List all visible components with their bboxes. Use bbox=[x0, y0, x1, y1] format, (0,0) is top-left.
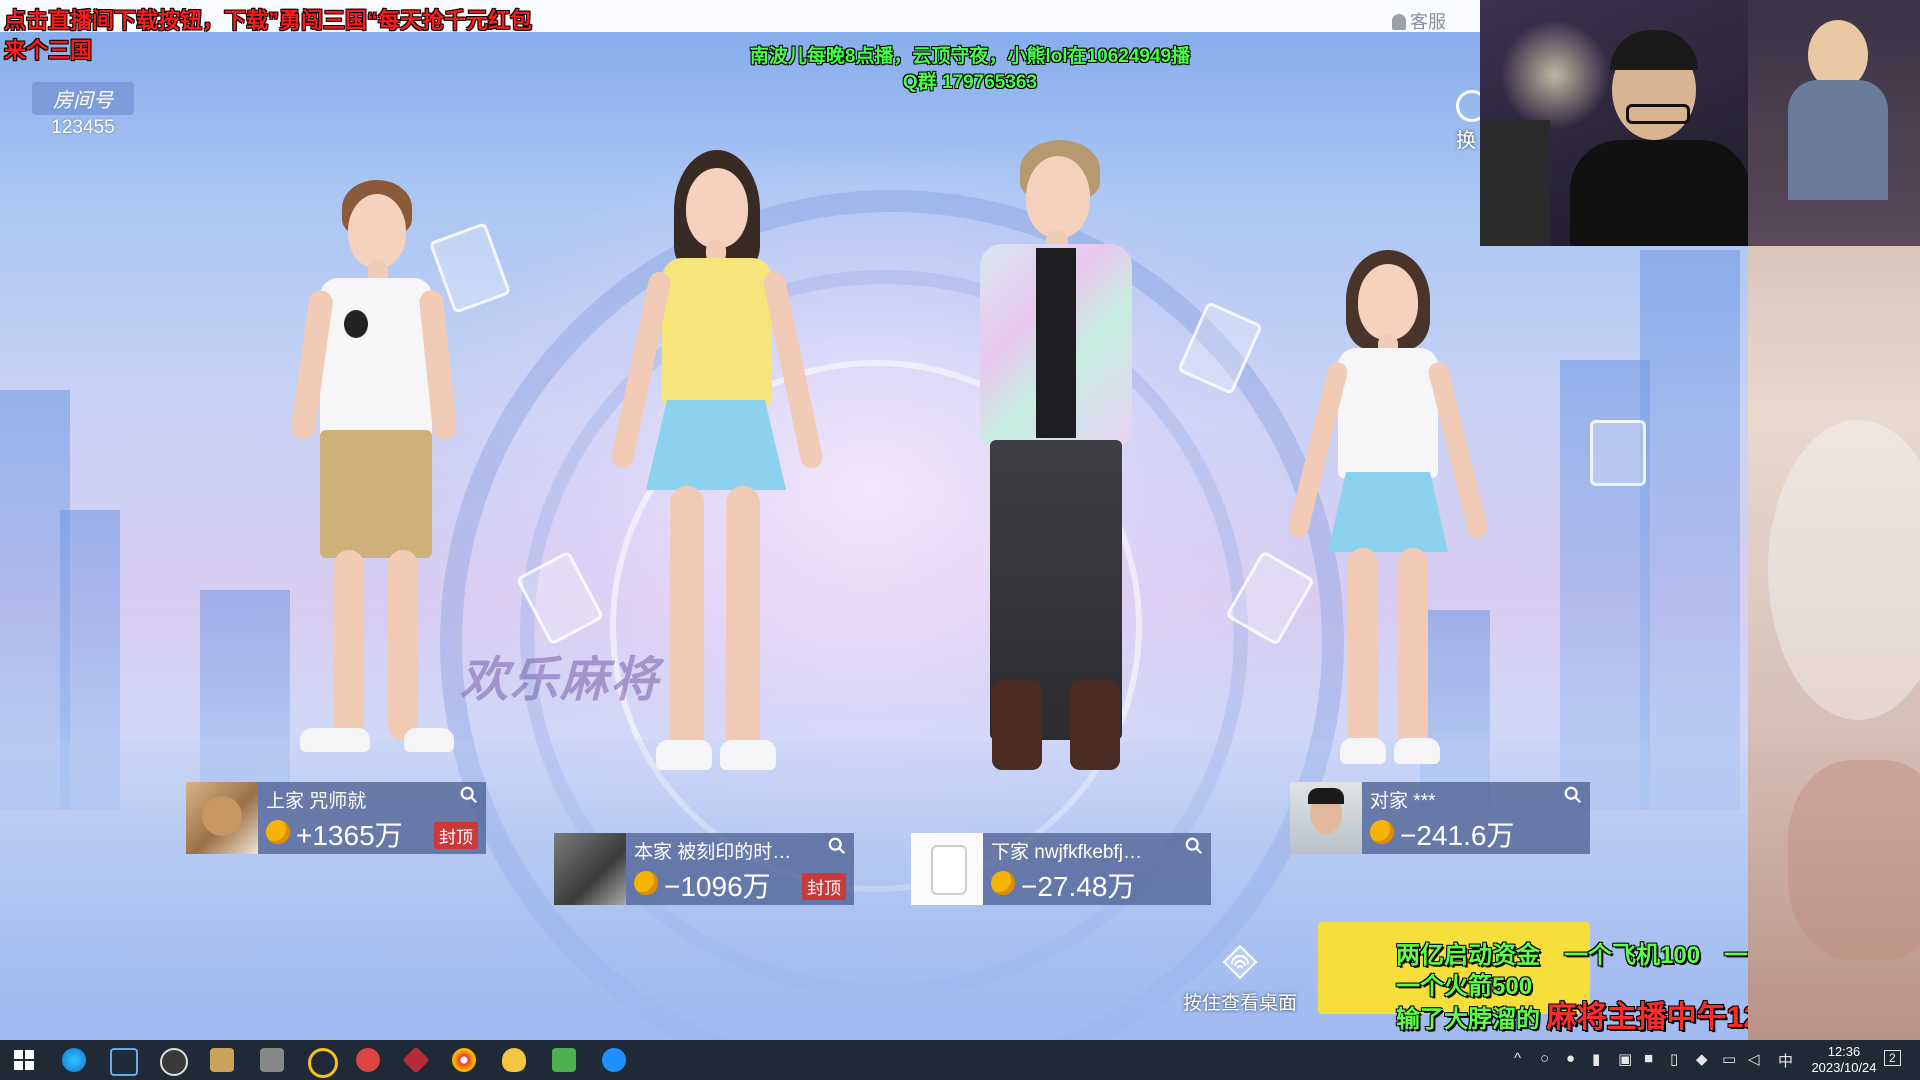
tray-icon[interactable]: ● bbox=[1566, 1050, 1575, 1067]
app-icon[interactable] bbox=[452, 1048, 476, 1072]
coin-icon bbox=[634, 871, 658, 895]
player-card-duijia[interactable]: 对家 *** −241.6万 bbox=[1290, 782, 1590, 854]
taskbar-clock[interactable]: 12:36 2023/10/24 bbox=[1808, 1044, 1880, 1076]
player-position: 下家 bbox=[991, 842, 1030, 863]
league-icon[interactable] bbox=[210, 1048, 234, 1072]
avatar bbox=[554, 833, 626, 905]
qq-icon[interactable] bbox=[502, 1048, 526, 1072]
fingerprint-icon bbox=[1222, 944, 1258, 980]
player-name: *** bbox=[1413, 791, 1436, 812]
volume-icon[interactable]: ◁ bbox=[1748, 1050, 1760, 1068]
microphone-icon[interactable]: ▮ bbox=[1592, 1050, 1600, 1068]
search-icon[interactable] bbox=[1564, 786, 1582, 804]
avatar-left-boy bbox=[289, 180, 460, 770]
app-icon[interactable] bbox=[402, 1046, 430, 1074]
coin-icon bbox=[1370, 820, 1394, 844]
chevron-up-icon[interactable]: ^ bbox=[1514, 1050, 1521, 1067]
player-score: −27.48万 bbox=[1021, 871, 1136, 902]
player-name: 咒师就 bbox=[309, 791, 367, 812]
player-score: −1096万 bbox=[664, 871, 771, 902]
player-name: 被刻印的时… bbox=[677, 842, 792, 863]
promo-banner-line2: 来个三国 bbox=[4, 38, 93, 63]
search-icon[interactable] bbox=[1185, 837, 1203, 855]
search-icon[interactable] bbox=[460, 786, 478, 804]
edge-browser-icon[interactable] bbox=[62, 1048, 86, 1072]
scene-logo: 欢乐麻将 bbox=[460, 652, 661, 708]
room-camera-view bbox=[1748, 0, 1920, 246]
player-card-shangjia[interactable]: 上家 咒师就 +1365万 封顶 bbox=[186, 782, 486, 854]
app-g-icon[interactable] bbox=[160, 1048, 188, 1076]
player-score: −241.6万 bbox=[1400, 820, 1515, 851]
tray-icon[interactable]: ○ bbox=[1540, 1050, 1549, 1067]
promo-line3-prefix: 输了大脖溜的 bbox=[1396, 1006, 1540, 1033]
app-red-icon[interactable] bbox=[356, 1048, 380, 1072]
clock-time: 12:36 bbox=[1827, 1044, 1861, 1059]
windows-taskbar: ^ ○ ● ▮ ▣ ■ ▯ ◆ ▭ ◁ 中 12:36 2023/10/24 2 bbox=[0, 1040, 1920, 1080]
streamer-webcam bbox=[1480, 0, 1748, 246]
windows-start-icon[interactable] bbox=[12, 1048, 36, 1072]
mahjong-tile-decoration bbox=[1590, 420, 1646, 486]
room-info: 房间号 123455 bbox=[32, 82, 134, 139]
tray-icon[interactable]: ■ bbox=[1644, 1050, 1653, 1067]
player-card-xiajia[interactable]: 下家 nwjfkfkebfj… −27.48万 bbox=[911, 833, 1211, 905]
stream-info-line1: 南波儿每晚8点播，云顶守夜，小熊lol在10624949播 bbox=[749, 46, 1191, 67]
stream-info: 南波儿每晚8点播，云顶守夜，小熊lol在10624949播 Q群 1797653… bbox=[660, 44, 1280, 96]
player-name: nwjfkfkebfj… bbox=[1034, 842, 1142, 863]
notification-count: 2 bbox=[1889, 1051, 1896, 1065]
avatar-jacket-boy bbox=[970, 140, 1140, 780]
app-icon[interactable] bbox=[552, 1048, 576, 1072]
bell-icon bbox=[1392, 14, 1406, 30]
clock-date: 2023/10/24 bbox=[1811, 1060, 1877, 1075]
coin-icon bbox=[266, 820, 290, 844]
promo-banner-red: 点击直播间下载按钮，下载”勇闯三国“每天抢千元红包 来个三国 bbox=[4, 6, 532, 66]
network-icon[interactable]: ▭ bbox=[1722, 1050, 1736, 1068]
player-position: 本家 bbox=[634, 842, 673, 863]
avatar-right-girl bbox=[1286, 250, 1490, 770]
coin-icon bbox=[991, 871, 1015, 895]
notification-button[interactable]: 2 bbox=[1884, 1050, 1901, 1066]
room-number: 123455 bbox=[51, 117, 115, 138]
player-card-benjia[interactable]: 本家 被刻印的时… −1096万 封顶 bbox=[554, 833, 854, 905]
tray-icon[interactable]: ▯ bbox=[1670, 1050, 1678, 1068]
room-label: 房间号 bbox=[32, 82, 134, 115]
cap-badge: 封顶 bbox=[802, 873, 846, 900]
player-position: 对家 bbox=[1370, 791, 1409, 812]
app-icon[interactable] bbox=[110, 1048, 138, 1076]
avatar bbox=[1290, 782, 1362, 854]
cap-badge: 封顶 bbox=[434, 822, 478, 849]
tray-icon[interactable]: ▣ bbox=[1618, 1050, 1632, 1068]
stream-info-line2: Q群 179765363 bbox=[902, 72, 1038, 93]
player-score: +1365万 bbox=[296, 820, 403, 851]
avatar bbox=[911, 833, 983, 905]
app-k-icon[interactable] bbox=[602, 1048, 626, 1072]
view-desktop-button[interactable]: 按住查看桌面 bbox=[1180, 942, 1300, 1015]
tray-icon[interactable]: ◆ bbox=[1696, 1050, 1708, 1068]
avatar-yellow-girl bbox=[609, 150, 825, 790]
avatar bbox=[186, 782, 258, 854]
app-circle-icon[interactable] bbox=[308, 1048, 338, 1078]
promo-banner-line1: 点击直播间下载按钮，下载”勇闯三国“每天抢千元红包 bbox=[4, 8, 533, 33]
app-icon[interactable] bbox=[260, 1048, 284, 1072]
ime-indicator[interactable]: 中 bbox=[1778, 1050, 1793, 1071]
customer-service-button[interactable]: 客服 bbox=[1392, 8, 1446, 34]
search-icon[interactable] bbox=[828, 837, 846, 855]
background-building bbox=[1640, 250, 1740, 810]
player-position: 上家 bbox=[266, 791, 305, 812]
